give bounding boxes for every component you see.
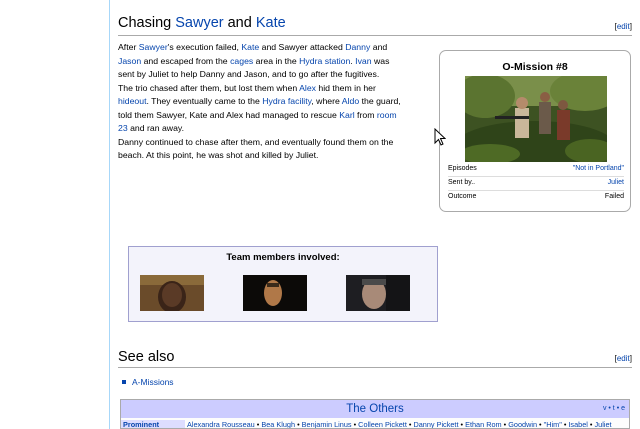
- infobox-row-episodes: Episodes "Not in Portland": [448, 165, 624, 172]
- inline-text: hid them in her: [316, 82, 376, 93]
- inline-text: and ran away.: [127, 123, 185, 133]
- navbox-member-link[interactable]: Danny Pickett: [413, 420, 458, 428]
- inline-link[interactable]: Kate: [241, 42, 259, 52]
- divider: [448, 176, 624, 177]
- navbox-member-link[interactable]: Bea Klugh: [261, 420, 295, 428]
- outcome-value: Failed: [604, 193, 624, 200]
- navbox-member-link[interactable]: Benjamin Linus: [302, 420, 352, 428]
- episode-link[interactable]: "Not in Portland": [573, 165, 624, 172]
- team-member-portrait[interactable]: [140, 275, 204, 311]
- inline-text: 's execution failed,: [167, 42, 242, 52]
- separator: •: [295, 420, 302, 429]
- infobox-row-sent-by: Sent by.. Juliet: [448, 179, 624, 186]
- mouse-cursor-icon: [434, 128, 446, 146]
- section-body: After Sawyer's execution failed, Kate an…: [118, 41, 408, 163]
- heading-text: See also: [118, 349, 175, 365]
- edit-link[interactable]: edit: [617, 354, 630, 363]
- team-member-portrait[interactable]: [243, 275, 307, 311]
- inline-link[interactable]: hideout: [118, 96, 147, 106]
- infobox-title: O-Mission #8: [502, 61, 568, 73]
- heading-link-sawyer[interactable]: Sawyer: [175, 15, 223, 31]
- jungle-scene-image: [465, 76, 607, 162]
- portrait-image: [243, 275, 307, 311]
- article-content: Chasing Sawyer and Kate [edit] After Saw…: [118, 0, 640, 429]
- navbox-vte: v • t • e: [602, 405, 625, 412]
- navbox-the-others: The Others v • t • e Prominent Alexandra…: [120, 399, 630, 429]
- inline-text: area in the: [253, 55, 300, 66]
- paragraph: After Sawyer's execution failed, Kate an…: [118, 41, 408, 82]
- navbox-member-link[interactable]: Juliet: [595, 420, 612, 428]
- heading-link-kate[interactable]: Kate: [256, 15, 286, 31]
- separator: •: [537, 420, 544, 429]
- bullet-icon: [122, 379, 126, 384]
- inline-link[interactable]: Alex: [299, 83, 316, 93]
- inline-text: and: [370, 42, 388, 52]
- see-also-list: A-Missions: [122, 377, 174, 387]
- sent-by-link[interactable]: Juliet: [608, 179, 624, 186]
- navbox-member-link[interactable]: Isabel: [568, 420, 587, 428]
- sidebar-edge: [0, 0, 110, 429]
- navbox-row: Prominent Alexandra Rousseau • Bea Klugh…: [121, 420, 629, 429]
- edit-link[interactable]: edit: [617, 22, 630, 31]
- view-link[interactable]: v: [603, 405, 607, 412]
- team-title: Team members involved:: [226, 252, 340, 263]
- mission-infobox: O-Mission #8 Episodes "Not in Portland" …: [439, 50, 631, 212]
- portrait-image: [346, 275, 410, 311]
- paragraph: Danny continued to chase after them, and…: [118, 136, 408, 163]
- portrait-image: [140, 275, 204, 311]
- navbox-title-link[interactable]: The Others: [346, 403, 404, 415]
- inline-link[interactable]: Jason: [118, 56, 141, 66]
- mission-image[interactable]: [465, 76, 607, 162]
- inline-text: and escaped from the: [141, 55, 231, 66]
- inline-link[interactable]: Ivan: [355, 56, 371, 66]
- team-members-box: Team members involved:: [128, 246, 438, 322]
- talk-link[interactable]: t: [613, 405, 615, 412]
- inline-text: from: [354, 109, 377, 120]
- inline-text: and Sawyer attacked: [259, 42, 346, 52]
- inline-text: After: [118, 42, 139, 52]
- navbox-member-link[interactable]: Goodwin: [508, 420, 537, 428]
- section-heading-see-also: See also [edit]: [118, 349, 632, 368]
- separator: •: [587, 420, 595, 429]
- inline-link[interactable]: cages: [230, 56, 253, 66]
- divider: [448, 190, 624, 191]
- edit-section: [edit]: [614, 22, 632, 31]
- inline-link[interactable]: Hydra station: [299, 56, 350, 66]
- navbox-group-label: Prominent: [121, 420, 185, 428]
- inline-text: , where: [311, 96, 342, 106]
- inline-link[interactable]: Danny: [345, 42, 370, 52]
- heading-text-and: and: [223, 15, 256, 31]
- see-also-link-a-missions[interactable]: A-Missions: [132, 377, 174, 387]
- navbox-member-link[interactable]: "Him": [544, 420, 562, 428]
- team-member-portrait[interactable]: [346, 275, 410, 311]
- inline-link[interactable]: Aldo: [342, 96, 359, 106]
- navbox-member-link[interactable]: Alexandra Rousseau: [187, 420, 255, 428]
- inline-text: . They eventually came to the: [146, 96, 263, 106]
- edit-template-link[interactable]: e: [621, 405, 625, 412]
- heading-text: Chasing: [118, 15, 176, 31]
- inline-text: The trio chased after them, but lost the…: [118, 82, 300, 93]
- paragraph: The trio chased after them, but lost the…: [118, 82, 408, 136]
- edit-section: [edit]: [614, 354, 632, 363]
- inline-link[interactable]: Hydra facility: [262, 96, 311, 106]
- navbox-member-link[interactable]: Ethan Rom: [465, 420, 502, 428]
- inline-link[interactable]: Sawyer: [139, 42, 168, 52]
- navbox-member-list: Alexandra Rousseau • Bea Klugh • Benjami…: [187, 420, 612, 429]
- navbox-member-link[interactable]: Colleen Pickett: [358, 420, 407, 428]
- infobox-row-outcome: Outcome Failed: [448, 193, 624, 200]
- section-heading-chasing: Chasing Sawyer and Kate [edit]: [118, 15, 632, 36]
- inline-link[interactable]: Karl: [339, 110, 354, 120]
- inline-text: Danny continued to chase after them, and…: [118, 136, 394, 161]
- navbox-title: The Others v • t • e: [121, 400, 629, 418]
